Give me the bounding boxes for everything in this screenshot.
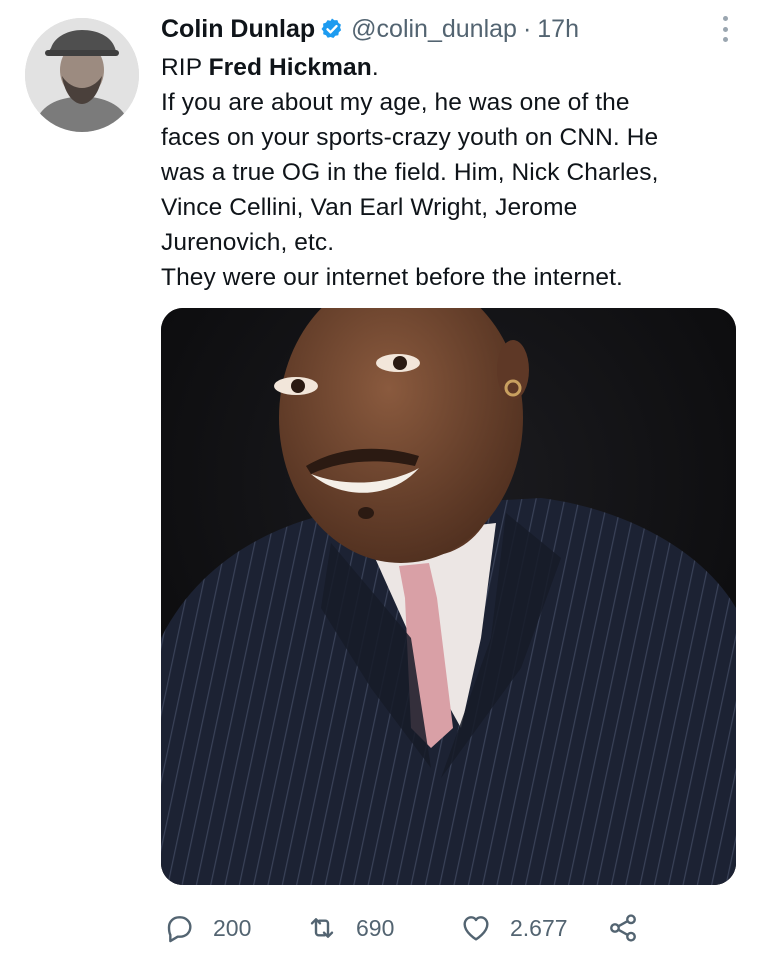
tweet-actions: 200 690 2.677 — [161, 905, 736, 951]
like-button[interactable]: 2.677 — [460, 905, 568, 951]
reply-count: 200 — [213, 914, 252, 941]
reply-button[interactable]: 200 — [163, 905, 251, 951]
time-separator: · — [522, 14, 532, 43]
author-avatar[interactable] — [25, 18, 139, 132]
tweet-text-line: Jurenovich, etc. — [161, 229, 335, 256]
more-dot — [722, 26, 728, 32]
tweet-timestamp[interactable]: 17h — [537, 15, 579, 44]
author-name[interactable]: Colin Dunlap — [161, 15, 315, 44]
retweet-icon — [310, 918, 334, 938]
tweet-text-line: faces on your sports-crazy youth on CNN.… — [161, 124, 659, 151]
like-count: 2.677 — [510, 914, 568, 941]
photo-image — [161, 308, 736, 885]
author-handle[interactable]: @colin_dunlap — [351, 15, 517, 44]
more-dot — [722, 16, 728, 21]
tweet-text-line: RIP Fred Hickman. — [161, 50, 736, 85]
verified-badge-icon — [321, 18, 342, 38]
retweet-button[interactable]: 690 — [306, 905, 394, 951]
reply-icon — [167, 916, 192, 943]
tweet-text-line: was a true OG in the field. Him, Nick Ch… — [161, 159, 659, 186]
text-suffix: . — [371, 54, 379, 81]
tweet-header: Colin Dunlap @colin_dunlap · 17h — [161, 14, 736, 44]
tweet-text-line: They were our internet before the intern… — [161, 264, 623, 291]
tweet-body: Colin Dunlap @colin_dunlap · 17h RIP Fre… — [161, 14, 736, 295]
share-button[interactable] — [607, 905, 639, 951]
share-icon — [610, 914, 636, 942]
tweet-text-line: If you are about my age, he was one of t… — [161, 89, 630, 116]
tweet-text: RIP Fred Hickman. If you are about my ag… — [161, 50, 736, 295]
retweet-count: 690 — [356, 914, 395, 941]
heart-icon — [463, 916, 489, 941]
more-vertical-icon[interactable] — [715, 12, 735, 46]
tweet-photo[interactable] — [161, 308, 736, 885]
bold-name: Fred Hickman — [208, 54, 372, 81]
tweet-text-line: Vince Cellini, Van Earl Wright, Jerome — [161, 194, 578, 221]
avatar-photo — [25, 18, 139, 132]
more-dot — [722, 37, 728, 42]
text-prefix: RIP — [161, 54, 209, 81]
